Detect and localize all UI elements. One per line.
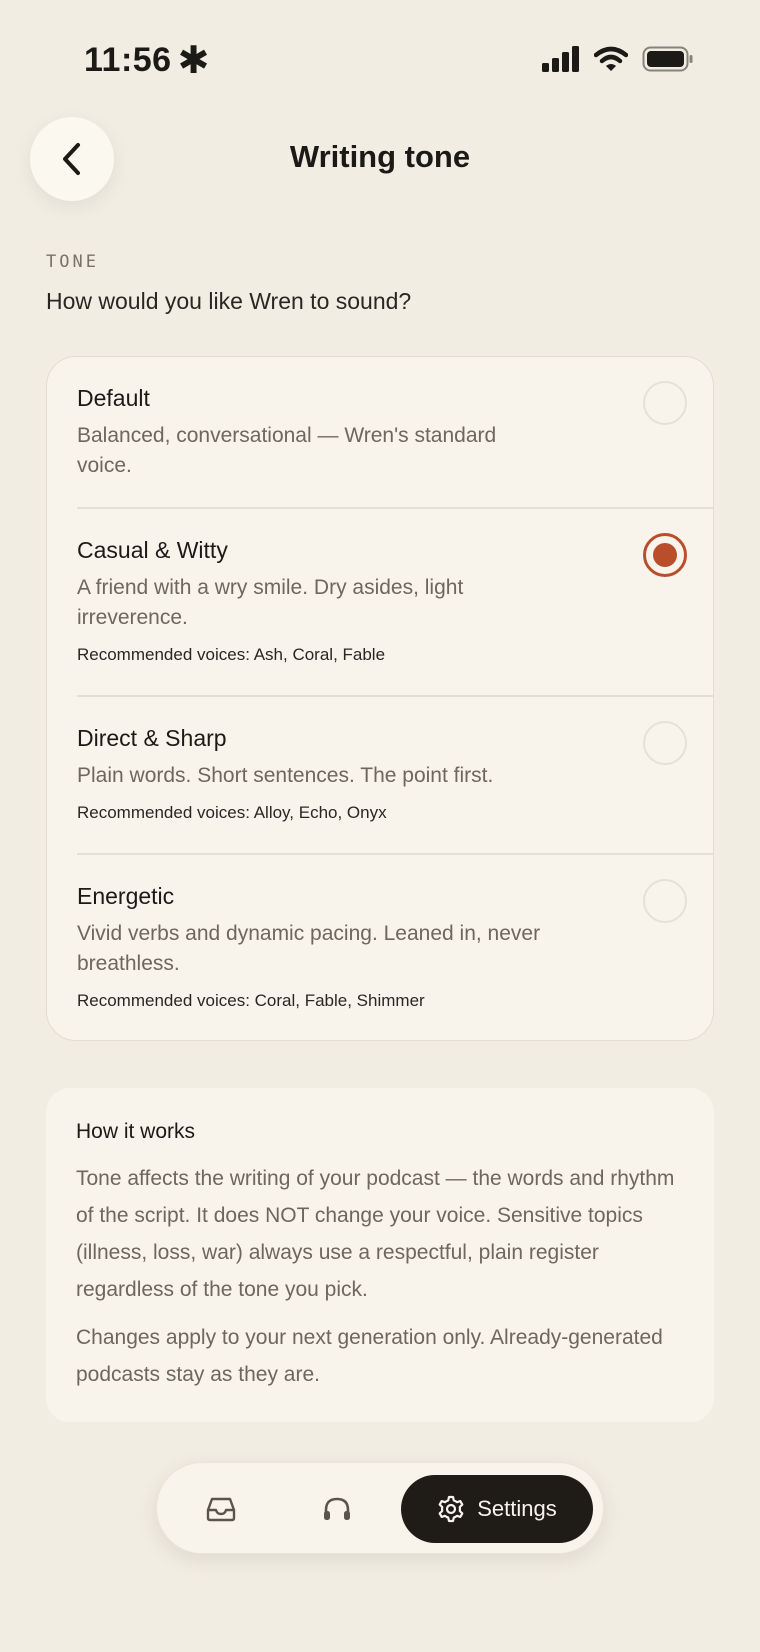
info-title: How it works — [76, 1120, 196, 1143]
nav-settings-button[interactable]: Settings — [401, 1475, 593, 1543]
tone-option-description: Plain words. Short sentences. The point … — [77, 764, 494, 787]
divider — [77, 853, 713, 855]
inbox-icon — [206, 1497, 236, 1522]
tone-option-name: Default — [77, 385, 150, 411]
tone-option-direct-sharp[interactable]: Direct & Sharp Plain words. Short senten… — [47, 695, 713, 853]
gear-icon — [438, 1495, 464, 1523]
tone-option-name: Casual & Witty — [77, 537, 228, 563]
status-icons — [542, 46, 694, 72]
status-time-text: 11:56 — [84, 40, 172, 79]
tone-radio-direct-sharp[interactable] — [643, 721, 687, 765]
section-label: TONE — [46, 252, 99, 272]
info-paragraph-2: Changes apply to your next generation on… — [76, 1326, 663, 1386]
radio-selected-dot — [653, 543, 677, 567]
tone-radio-default[interactable] — [643, 381, 687, 425]
tone-option-description: Balanced, conversational — Wren's standa… — [77, 424, 497, 477]
tone-radio-energetic[interactable] — [643, 879, 687, 923]
tone-option-name: Energetic — [77, 883, 175, 909]
writing-tone-screen: 11:56 ✱ Writing tone TONE How would you … — [0, 0, 760, 1652]
wifi-icon — [594, 46, 628, 71]
nav-listen-button[interactable] — [311, 1483, 363, 1535]
divider — [77, 695, 713, 697]
how-it-works-card: How it works Tone affects the writing of… — [46, 1088, 714, 1422]
battery-icon — [642, 46, 693, 72]
status-time: 11:56 ✱ — [84, 40, 210, 82]
tone-options-card: Default Balanced, conversational — Wren'… — [46, 356, 714, 1041]
tone-option-casual-witty[interactable]: Casual & Witty A friend with a wry smile… — [47, 507, 713, 695]
nav-inbox-button[interactable] — [195, 1483, 247, 1535]
headphones-icon — [324, 1497, 350, 1520]
cellular-signal-icon — [542, 46, 579, 72]
tone-option-name: Direct & Sharp — [77, 725, 227, 751]
tone-option-description: A friend with a wry smile. Dry asides, l… — [77, 576, 464, 629]
tone-option-default[interactable]: Default Balanced, conversational — Wren'… — [47, 357, 713, 507]
page-title: Writing tone — [289, 139, 471, 174]
divider — [77, 507, 713, 509]
info-paragraph-1: Tone affects the writing of your podcast… — [76, 1167, 675, 1301]
tone-option-voices: Recommended voices: Ash, Coral, Fable — [77, 645, 386, 664]
tone-option-voices: Recommended voices: Coral, Fable, Shimme… — [77, 991, 425, 1010]
bottom-nav: Settings — [156, 1462, 604, 1554]
tone-option-description: Vivid verbs and dynamic pacing. Leaned i… — [77, 922, 541, 975]
status-bar: 11:56 ✱ — [0, 0, 760, 120]
section-question: How would you like Wren to sound? — [46, 288, 412, 314]
tone-option-voices: Recommended voices: Alloy, Echo, Onyx — [77, 803, 387, 822]
nav-settings-label: Settings — [477, 1496, 557, 1521]
tone-option-energetic[interactable]: Energetic Vivid verbs and dynamic pacing… — [47, 853, 713, 1040]
asterisk-icon: ✱ — [177, 40, 210, 82]
tone-radio-casual-witty[interactable] — [643, 533, 687, 577]
